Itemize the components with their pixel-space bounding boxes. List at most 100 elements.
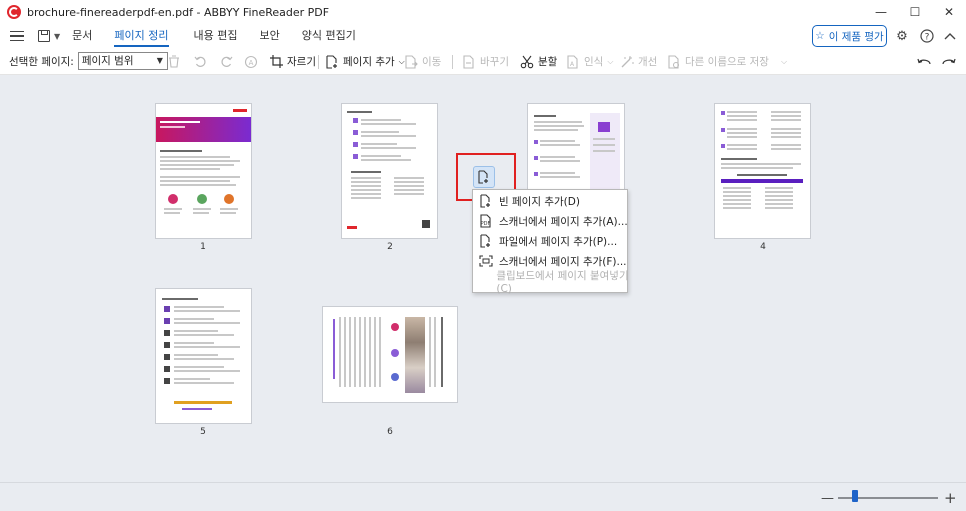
menu-edit-content[interactable]: 내용 편집 [194, 24, 238, 48]
replace-page-icon [463, 54, 474, 69]
file-page-icon [473, 234, 499, 248]
rotate-right-icon [221, 56, 233, 67]
auto-rotate-button[interactable]: A [244, 48, 258, 75]
hamburger-menu-icon[interactable] [10, 30, 24, 42]
collapse-ribbon-chevron-icon[interactable] [942, 28, 958, 44]
redo-button[interactable] [942, 48, 956, 75]
split-label: 분할 [538, 56, 558, 68]
page-number-5: 5 [200, 427, 206, 437]
page-number-6: 6 [387, 427, 393, 437]
menu-item-label: 스캐너에서 페이지 추가(A)... [499, 215, 628, 228]
rate-product-label: 이 제품 평가 [828, 30, 884, 43]
move-page-button[interactable]: 이동 [405, 48, 441, 75]
toolbar-separator [452, 55, 453, 69]
page-thumbnail-6[interactable] [323, 307, 457, 402]
star-icon: ☆ [815, 30, 825, 42]
help-icon[interactable]: ? [919, 28, 935, 44]
svg-text:A: A [249, 59, 254, 67]
zoom-slider-thumb[interactable] [852, 490, 858, 502]
save-dropdown-chevron-icon[interactable]: ▼ [54, 32, 60, 41]
page-range-value: 페이지 범위 [81, 55, 134, 67]
menu-form-editor[interactable]: 양식 편집기 [302, 24, 356, 48]
scissors-icon [520, 55, 534, 68]
rate-product-button[interactable]: ☆ 이 제품 평가 [812, 25, 887, 47]
save-as-chevron-down-icon: ⌵ [780, 56, 788, 66]
recognize-label: 인식 [584, 56, 604, 68]
replace-label: 바꾸기 [480, 56, 509, 68]
save-icon[interactable] [38, 30, 50, 42]
improve-button[interactable]: 개선 [620, 48, 657, 75]
window-controls: — ☐ ✕ [864, 0, 966, 24]
page-number-2: 2 [387, 242, 393, 252]
page-thumbnail-1[interactable] [156, 104, 251, 238]
menu-item-paste-from-clipboard[interactable]: 클립보드에서 페이지 붙여넣기(C) [473, 270, 629, 295]
page-thumbnail-2[interactable] [342, 104, 437, 238]
auto-rotate-icon: A [244, 55, 258, 68]
save-as-label: 다른 이름으로 저장 [685, 56, 769, 68]
page-thumbnail-5[interactable] [156, 289, 251, 423]
page-thumbnail-4[interactable] [715, 104, 810, 238]
maximize-button[interactable]: ☐ [898, 0, 932, 24]
scanner-page-icon: PDF [473, 214, 499, 228]
settings-gear-icon[interactable]: ⚙ [894, 28, 910, 44]
crop-button[interactable]: 자르기 [270, 48, 316, 75]
add-page-icon [478, 170, 488, 184]
svg-text:?: ? [925, 33, 930, 43]
improve-label: 개선 [638, 56, 658, 68]
chevron-down-icon: ▼ [156, 56, 163, 65]
toolbar-separator [318, 55, 319, 69]
scanner-frame-icon [473, 255, 499, 267]
menu-item-label: 파일에서 페이지 추가(P)... [499, 235, 618, 248]
save-as-button[interactable]: 다른 이름으로 저장 ⌵ [668, 48, 787, 75]
rotate-left-icon [194, 56, 206, 67]
magic-wand-icon [621, 55, 634, 67]
title-bar: brochure-finereaderpdf-en.pdf - ABBYY Fi… [0, 0, 966, 24]
menu-item-label: 스캐너에서 페이지 추가(F)... [499, 255, 627, 268]
replace-page-button[interactable]: 바꾸기 [463, 48, 509, 75]
undo-icon [917, 58, 931, 64]
save-as-page-icon [668, 54, 679, 69]
menu-security[interactable]: 보안 [260, 24, 280, 48]
abbyy-logo-icon [7, 5, 21, 19]
recognize-page-icon: A [567, 54, 578, 69]
rotate-right-button[interactable] [220, 48, 233, 75]
window-title: brochure-finereaderpdf-en.pdf - ABBYY Fi… [27, 5, 330, 19]
zoom-in-button[interactable]: + [944, 489, 957, 507]
menu-bar: ▼ 문서 페이지 정리 내용 편집 보안 양식 편집기 ☆ 이 제품 평가 ⚙ … [0, 24, 966, 48]
add-page-context-menu: 빈 페이지 추가(D) PDF 스캐너에서 페이지 추가(A)... 파일에서 … [472, 189, 629, 295]
recognize-chevron-down-icon: ⌵ [607, 56, 614, 66]
add-page-button[interactable]: 페이지 추가 ⌵ [326, 48, 405, 75]
selected-pages-label: 선택한 페이지: [9, 55, 74, 68]
page-toolbar: 선택한 페이지: 페이지 범위 ▼ A 자르기 페이지 추가 ⌵ 이동 바꾸기 … [0, 48, 966, 75]
blank-page-icon [473, 194, 499, 208]
add-page-label: 페이지 추가 [343, 56, 395, 68]
add-page-chevron-down-icon: ⌵ [398, 56, 405, 66]
svg-text:A: A [570, 61, 575, 68]
add-page-icon [326, 54, 337, 69]
svg-text:PDF: PDF [481, 221, 491, 227]
crop-icon [270, 55, 283, 68]
menu-organize-pages[interactable]: 페이지 정리 [114, 24, 169, 48]
recognize-button[interactable]: A 인식 ⌵ [567, 48, 613, 75]
page-number-1: 1 [200, 242, 206, 252]
menu-item-add-blank-page[interactable]: 빈 페이지 추가(D) [473, 191, 629, 211]
trash-icon [169, 55, 179, 68]
page-number-4: 4 [760, 242, 766, 252]
status-bar: — + [0, 482, 966, 511]
close-button[interactable]: ✕ [932, 0, 966, 24]
split-button[interactable]: 분할 [520, 48, 557, 75]
zoom-out-button[interactable]: — [821, 491, 834, 506]
minimize-button[interactable]: — [864, 0, 898, 24]
menu-item-add-from-scanner[interactable]: PDF 스캐너에서 페이지 추가(A)... [473, 211, 629, 231]
undo-button[interactable] [917, 48, 931, 75]
menu-document[interactable]: 문서 [72, 24, 92, 48]
menu-item-label: 클립보드에서 페이지 붙여넣기(C) [496, 269, 629, 295]
menu-item-add-from-file[interactable]: 파일에서 페이지 추가(P)... [473, 231, 629, 251]
rotate-left-button[interactable] [194, 48, 207, 75]
redo-icon [942, 58, 956, 64]
insert-page-button[interactable] [473, 166, 495, 188]
delete-page-button[interactable] [168, 48, 180, 75]
page-range-select[interactable]: 페이지 범위 ▼ [77, 52, 168, 70]
move-label: 이동 [422, 56, 442, 68]
menu-item-label: 빈 페이지 추가(D) [499, 195, 580, 208]
